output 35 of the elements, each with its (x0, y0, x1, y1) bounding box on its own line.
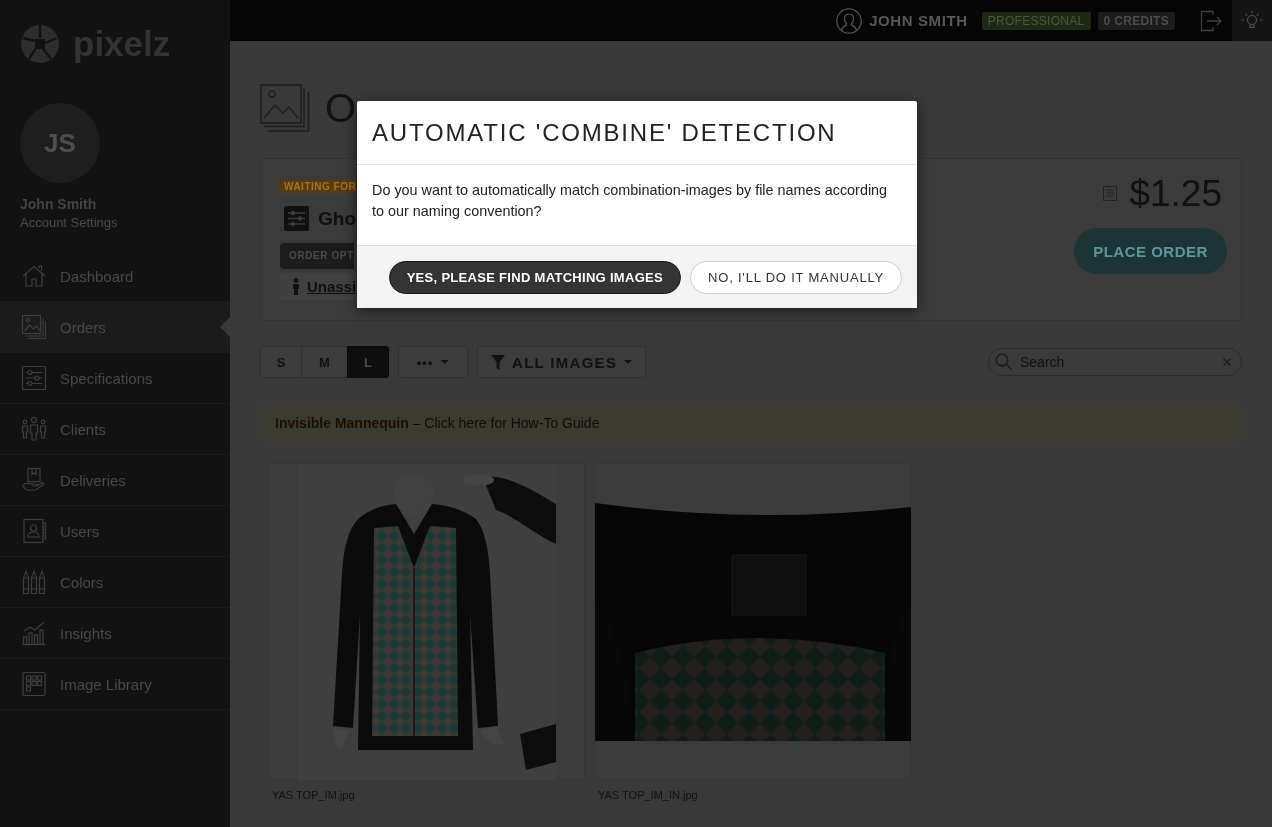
funnel-icon (491, 354, 505, 370)
user-name: JOHN SMITH (869, 12, 968, 29)
search-icon (995, 353, 1012, 370)
sliders-icon (21, 365, 47, 391)
aperture-icon (20, 24, 60, 64)
person-icon (292, 278, 300, 295)
crayons-icon (21, 569, 47, 595)
house-icon (21, 263, 47, 289)
size-button[interactable]: L (347, 346, 389, 378)
status-badge: WAITING FOR (280, 180, 357, 193)
logout-icon[interactable] (1200, 9, 1222, 32)
dialog-title: AUTOMATIC 'COMBINE' DETECTION (372, 117, 837, 148)
dialog-message: Do you want to automatically match combination-images by file names according to our naming convention? (372, 181, 889, 221)
image-stack-icon (260, 84, 310, 132)
selection-notch-icon (220, 317, 230, 337)
more-button[interactable]: ••• (398, 346, 468, 378)
receipt-icon (1103, 186, 1118, 201)
image-stack-icon (21, 314, 47, 340)
decline-button[interactable]: NO, I'LL DO IT MANUALLY (690, 260, 902, 294)
confirm-button[interactable]: YES, PLEASE FIND MATCHING IMAGES (388, 260, 682, 294)
user-icon (836, 7, 863, 34)
box-hand-icon (21, 467, 47, 493)
people-icon (21, 416, 47, 442)
image-card[interactable] (594, 463, 911, 780)
chart-icon (21, 620, 47, 646)
grid-icon (21, 671, 47, 697)
address-book-icon (21, 518, 47, 544)
image-card[interactable] (268, 463, 585, 780)
account-settings-link[interactable]: Account Settings (20, 214, 118, 232)
sliders-icon (284, 206, 309, 231)
clear-icon[interactable] (1223, 358, 1231, 366)
caret-icon (624, 360, 633, 364)
caret-icon (441, 360, 450, 364)
place-order-button[interactable]: PLACE ORDER (1074, 228, 1227, 274)
lightbulb-button[interactable] (1232, 0, 1272, 41)
